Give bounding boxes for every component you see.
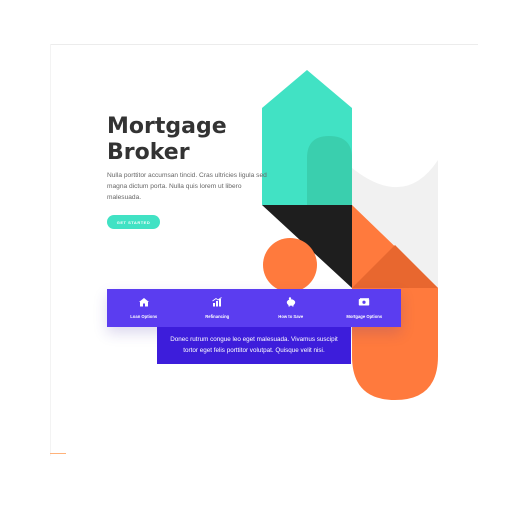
bar-chart-icon xyxy=(212,297,222,307)
menu-item-loan-options[interactable]: Loan Options xyxy=(107,289,181,327)
house-icon xyxy=(138,298,149,307)
orange-circle-shape xyxy=(263,238,317,292)
menu-item-mortgage-options[interactable]: Mortgage Options xyxy=(328,289,402,327)
menu-item-how-to-save[interactable]: How to Save xyxy=(254,289,328,327)
piggy-bank-icon xyxy=(286,297,295,307)
money-icon xyxy=(359,298,370,306)
menu-label: Loan Options xyxy=(130,314,158,319)
info-text: Donec rutrum congue leo eget malesuada. … xyxy=(170,336,338,354)
info-banner: Donec rutrum congue leo eget malesuada. … xyxy=(157,327,351,364)
menu-label: Refinancing xyxy=(205,314,230,319)
page-title: Mortgage Broker xyxy=(107,114,227,165)
get-started-button[interactable]: GET STARTED xyxy=(107,215,160,229)
teal-inner-shape xyxy=(307,136,352,205)
menu-label: How to Save xyxy=(278,314,304,319)
services-menu: Loan Options Refinancing How to Save Mor… xyxy=(107,289,401,327)
hero-illustration xyxy=(262,70,438,400)
hero-description: Nulla porttitor accumsan tincid. Cras ul… xyxy=(107,172,267,201)
menu-item-refinancing[interactable]: Refinancing xyxy=(181,289,255,327)
menu-label: Mortgage Options xyxy=(346,314,383,319)
